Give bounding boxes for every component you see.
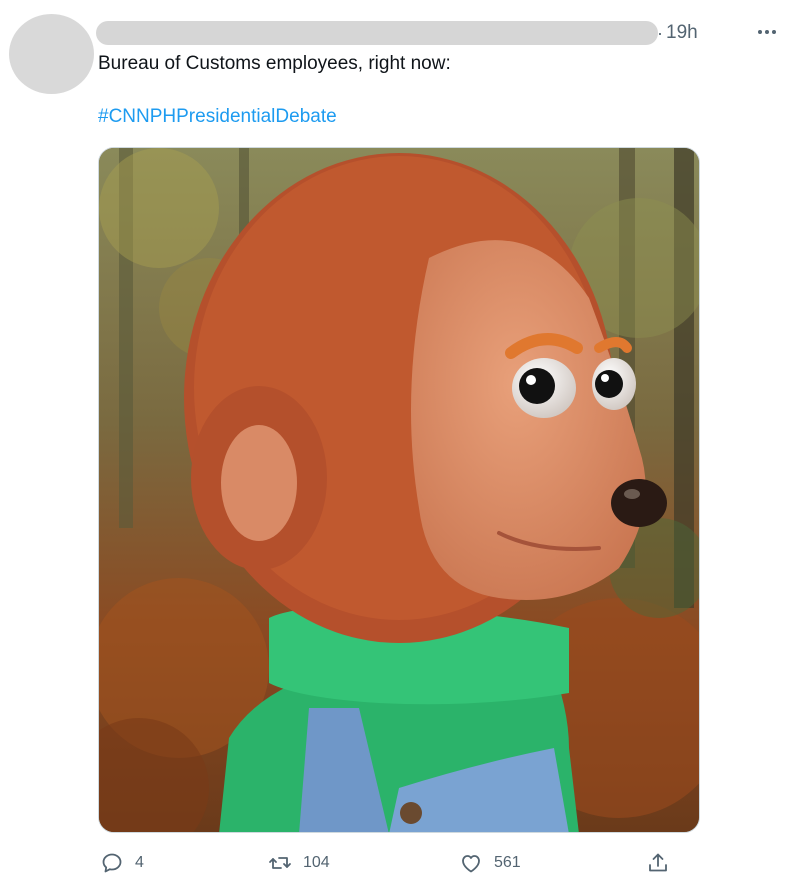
tweet-actions: 4 104 561 — [0, 851, 800, 881]
more-options-icon[interactable] — [752, 18, 782, 46]
share-icon — [649, 853, 667, 872]
redacted-username[interactable] — [96, 21, 658, 45]
heart-icon — [462, 855, 480, 873]
hashtag-link[interactable]: #CNNPHPresidentialDebate — [98, 105, 337, 129]
share-button[interactable] — [646, 851, 670, 875]
tweet-image[interactable] — [98, 147, 700, 833]
retweet-count: 104 — [303, 854, 330, 871]
tweet-timestamp[interactable]: 19h — [666, 21, 698, 45]
retweet-button[interactable]: 104 — [268, 851, 330, 875]
time-separator: · — [657, 23, 663, 43]
reply-icon — [102, 853, 122, 873]
tweet-text: Bureau of Customs employees, right now: — [98, 53, 451, 74]
like-count: 561 — [494, 854, 521, 871]
reply-count: 4 — [135, 854, 144, 871]
avatar[interactable] — [9, 14, 94, 94]
reply-button[interactable]: 4 — [100, 851, 144, 875]
retweet-icon — [269, 857, 291, 869]
like-button[interactable]: 561 — [459, 851, 521, 875]
